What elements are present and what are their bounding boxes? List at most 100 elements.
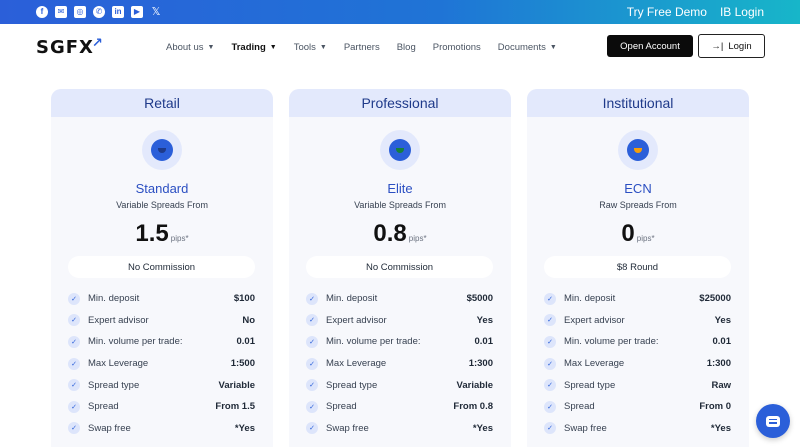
feature-row: ✓ Spread type Variable — [68, 374, 255, 396]
check-icon: ✓ — [306, 400, 318, 413]
logo[interactable]: SGFX ↗ — [36, 36, 104, 58]
social-links: f ✉ ◎ ✆ in ▶ 𝕏 — [36, 6, 162, 18]
main-nav: SGFX ↗ About us ▼ Trading ▼ Tools ▼ Partners Blo… — [0, 24, 800, 70]
feature-label: Swap free — [564, 422, 607, 434]
feature-row: ✓ Spread type Variable — [306, 374, 493, 396]
feature-label: Min. volume per trade: — [326, 336, 421, 348]
login-button[interactable]: →| Login — [698, 34, 765, 58]
feature-row: ✓ Min. deposit $5000 — [306, 288, 493, 310]
youtube-icon[interactable]: ▶ — [131, 6, 143, 18]
feature-row: ✓ Min. volume per trade: 0.01 — [306, 331, 493, 353]
nav-item-partners[interactable]: Partners — [344, 42, 380, 53]
account-card-retail: Retail Standard Variable Spreads From 1.5 pi… — [51, 89, 273, 447]
feature-row: ✓ Max Leverage 1:300 — [306, 353, 493, 375]
feature-label: Expert advisor — [88, 314, 149, 326]
check-icon: ✓ — [68, 292, 80, 305]
nav-item-promotions[interactable]: Promotions — [433, 42, 481, 53]
chevron-down-icon: ▼ — [269, 43, 277, 51]
nav-menu: About us ▼ Trading ▼ Tools ▼ Partners Blog Promo… — [166, 24, 574, 70]
commission-pill: No Commission — [306, 256, 493, 278]
check-icon: ✓ — [68, 379, 80, 392]
nav-item-label: Promotions — [432, 41, 481, 53]
feature-label: Max Leverage — [564, 358, 625, 370]
whatsapp-icon[interactable]: ✆ — [93, 6, 105, 18]
check-icon: ✓ — [544, 379, 556, 392]
check-icon: ✓ — [544, 314, 556, 327]
feature-label: Expert advisor — [326, 314, 387, 326]
check-icon: ✓ — [544, 335, 556, 348]
nav-item-label: Partners — [343, 41, 380, 53]
check-icon: ✓ — [544, 400, 556, 413]
feature-list: ✓ Min. deposit $5000 ✓ Expert advisor Ye… — [306, 288, 493, 439]
instagram-icon[interactable]: ◎ — [74, 6, 86, 18]
nav-item-documents[interactable]: Documents ▼ — [498, 42, 557, 53]
check-icon: ✓ — [306, 314, 318, 327]
chevron-down-icon: ▼ — [549, 43, 557, 51]
feature-row: ✓ Expert advisor Yes — [306, 310, 493, 332]
ib-login-link[interactable]: IB Login — [720, 5, 764, 19]
facebook-icon[interactable]: f — [36, 6, 48, 18]
nav-item-tools[interactable]: Tools ▼ — [294, 42, 327, 53]
feature-row: ✓ Min. volume per trade: 0.01 — [68, 331, 255, 353]
nav-item-label: About us — [166, 41, 204, 53]
feature-row: ✓ Swap free *Yes — [306, 418, 493, 440]
feature-value: 1:500 — [230, 358, 255, 370]
spread-description: Variable Spreads From — [354, 200, 446, 210]
chat-button[interactable] — [756, 404, 790, 438]
nav-item-label: Tools — [293, 41, 316, 53]
spread-description: Raw Spreads From — [599, 200, 677, 210]
feature-value: No — [242, 314, 255, 326]
price: 0 pips* — [527, 220, 749, 248]
check-icon: ✓ — [544, 357, 556, 370]
email-icon[interactable]: ✉ — [55, 6, 67, 18]
nav-item-trading[interactable]: Trading ▼ — [231, 42, 276, 53]
feature-value: From 0 — [699, 401, 731, 413]
feature-row: ✓ Spread From 0.8 — [306, 396, 493, 418]
check-icon: ✓ — [306, 292, 318, 305]
x-icon[interactable]: 𝕏 — [150, 6, 162, 18]
feature-label: Min. deposit — [88, 293, 140, 305]
nav-item-about-us[interactable]: About us ▼ — [166, 42, 214, 53]
check-icon: ✓ — [544, 292, 556, 305]
login-icon: →| — [711, 40, 724, 52]
price-unit: pips* — [636, 234, 655, 243]
card-category: Professional — [289, 89, 511, 117]
feature-label: Expert advisor — [564, 314, 625, 326]
feature-value: 1:300 — [706, 358, 731, 370]
try-free-demo-link[interactable]: Try Free Demo — [627, 5, 707, 19]
top-bar: f ✉ ◎ ✆ in ▶ 𝕏 Try Free Demo IB Login — [0, 0, 800, 24]
linkedin-icon[interactable]: in — [112, 6, 124, 18]
commission-pill: $8 Round — [544, 256, 731, 278]
feature-row: ✓ Spread type Raw — [544, 374, 731, 396]
feature-label: Min. deposit — [326, 293, 378, 305]
chat-icon — [766, 415, 780, 427]
feature-label: Min. volume per trade: — [88, 336, 183, 348]
feature-row: ✓ Swap free *Yes — [68, 418, 255, 440]
open-account-button[interactable]: Open Account — [607, 35, 693, 57]
feature-label: Max Leverage — [88, 358, 149, 370]
login-label: Login — [728, 40, 752, 52]
account-card-institutional: Institutional ECN Raw Spreads From 0 pips* $8… — [527, 89, 749, 447]
plan-name: Standard — [135, 181, 189, 196]
price-unit: pips* — [408, 234, 427, 243]
feature-value: 0.01 — [474, 336, 494, 348]
check-icon: ✓ — [306, 357, 318, 370]
feature-label: Spread type — [88, 379, 140, 391]
commission-pill: No Commission — [68, 256, 255, 278]
plan-badge-icon — [618, 130, 658, 170]
feature-value: Variable — [456, 379, 493, 391]
feature-row: ✓ Expert advisor Yes — [544, 310, 731, 332]
feature-value: *Yes — [710, 422, 731, 434]
feature-row: ✓ Expert advisor No — [68, 310, 255, 332]
feature-value: Variable — [218, 379, 255, 391]
check-icon: ✓ — [544, 422, 556, 435]
feature-value: Raw — [711, 379, 731, 391]
nav-item-blog[interactable]: Blog — [397, 42, 416, 53]
feature-value: 0.01 — [236, 336, 256, 348]
feature-value: *Yes — [472, 422, 493, 434]
plan-badge-icon — [142, 130, 182, 170]
logo-text: SGFX — [36, 36, 94, 58]
price-value: 1.5 — [135, 220, 169, 247]
nav-item-label: Trading — [231, 41, 266, 53]
feature-value: From 0.8 — [453, 401, 493, 413]
